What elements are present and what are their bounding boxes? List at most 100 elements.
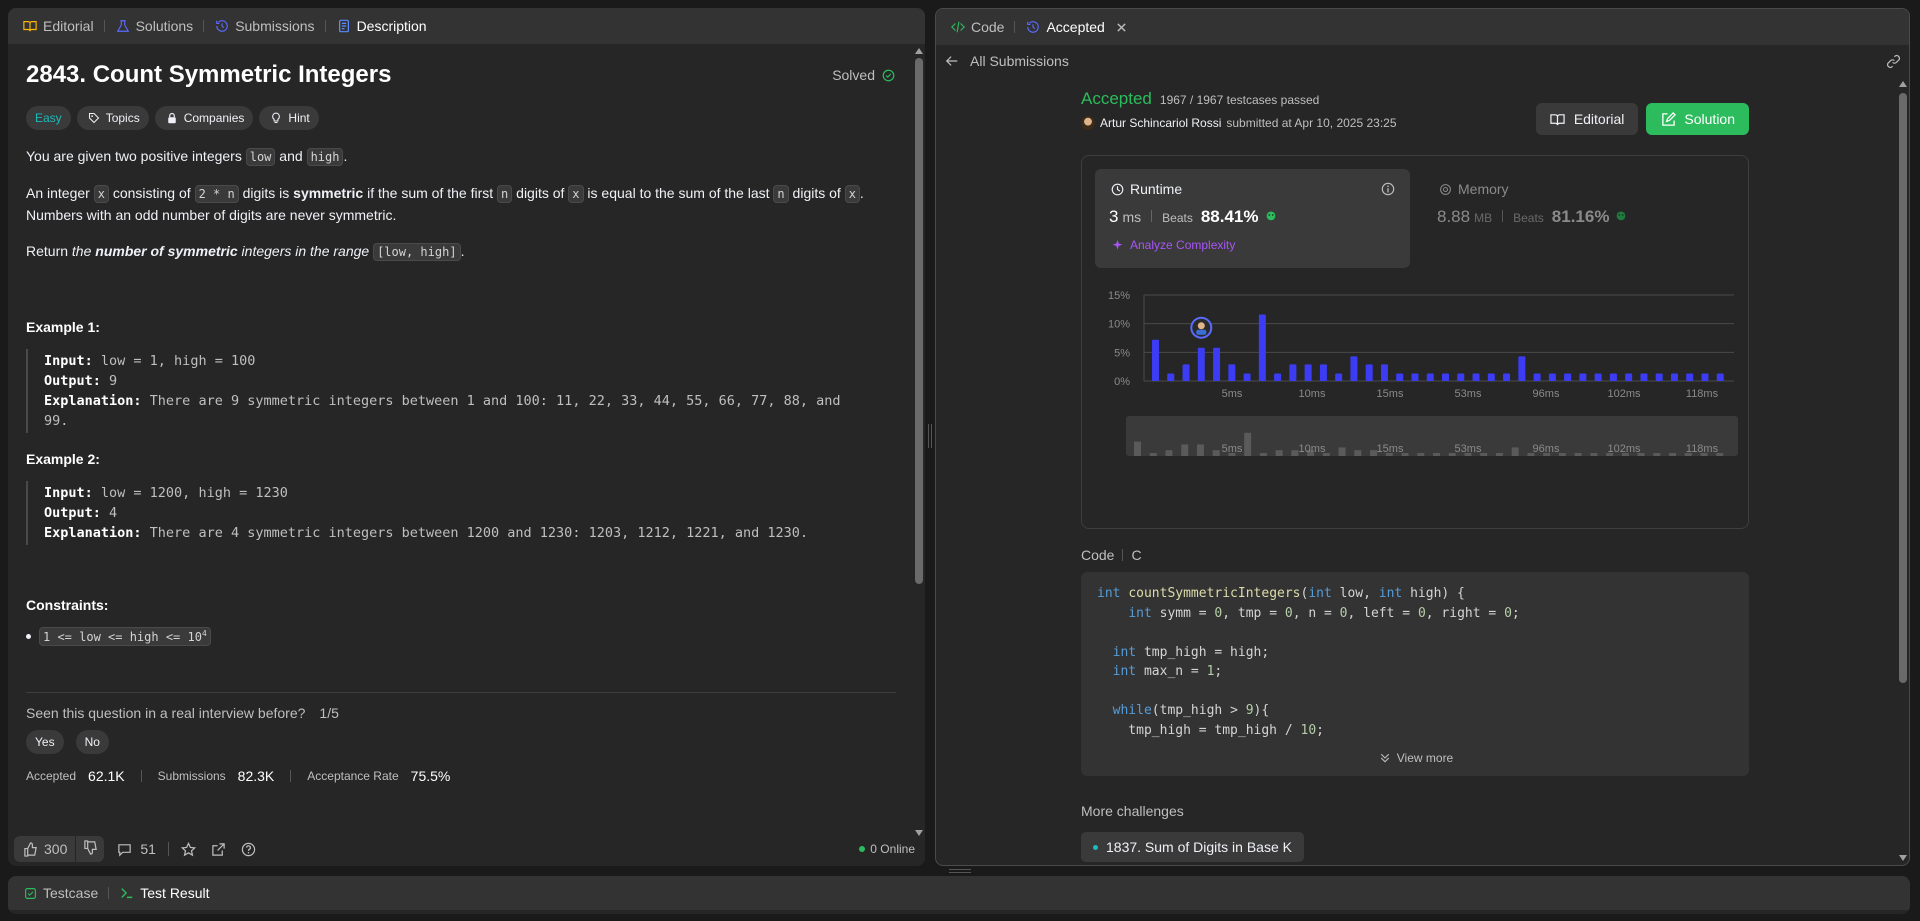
- text-bold-italic: number of symmetric: [95, 243, 238, 259]
- code-block[interactable]: int countSymmetricIntegers(int low, int …: [1081, 572, 1749, 776]
- star-icon[interactable]: [181, 841, 197, 857]
- tag-row: Easy Topics Companies Hint: [26, 106, 896, 130]
- chart-bar: [1350, 356, 1358, 381]
- range-mini-bar: [1653, 453, 1661, 456]
- range-mini-bar: [1181, 444, 1189, 456]
- topics-button[interactable]: Topics: [76, 106, 149, 130]
- chart-bar: [1533, 373, 1541, 381]
- stats-row: Accepted 62.1K Submissions 82.3K Accepta…: [26, 768, 896, 784]
- code-range: [low, high]: [373, 243, 461, 261]
- chart-bar: [1213, 347, 1221, 381]
- scrollbar[interactable]: [1899, 81, 1907, 861]
- chart-bar: [1167, 373, 1175, 381]
- help-icon[interactable]: [241, 841, 257, 857]
- tab-code[interactable]: Code: [948, 19, 1006, 35]
- info-icon[interactable]: [1380, 181, 1396, 197]
- x-tick-label: 102ms: [1607, 388, 1641, 400]
- chart-bar: [1564, 373, 1572, 381]
- chart-bar: [1503, 373, 1511, 381]
- constraint-code: 1 <= low <= high <= 104: [39, 627, 211, 646]
- scroll-down-arrow[interactable]: [1899, 855, 1907, 861]
- tab-solutions[interactable]: Solutions: [113, 18, 196, 34]
- submissions-value: 82.3K: [237, 768, 275, 784]
- tab-description[interactable]: Description: [334, 18, 429, 34]
- accepted-label: Accepted: [26, 769, 77, 783]
- range-mini-bar: [1259, 453, 1267, 456]
- solution-button-label: Solution: [1684, 111, 1735, 127]
- leetcode-mascot-icon: [1263, 207, 1279, 223]
- tab-submissions[interactable]: Submissions: [212, 18, 316, 34]
- range-mini-bar: [1433, 453, 1440, 456]
- scroll-up-arrow[interactable]: [915, 48, 923, 54]
- scroll-thumb[interactable]: [1899, 93, 1907, 683]
- no-button[interactable]: No: [75, 730, 109, 754]
- analyze-complexity-button[interactable]: Analyze Complexity: [1109, 237, 1396, 253]
- dislike-button[interactable]: [76, 840, 104, 859]
- code-line: tmp_high = tmp_high / 10;: [1097, 721, 1733, 741]
- example-2-title: Example 2:: [26, 451, 100, 467]
- example-2-block: Input: low = 1200, high = 1230 Output: 4…: [26, 481, 896, 545]
- chart-bar: [1625, 373, 1633, 381]
- tab-accepted[interactable]: Accepted: [1023, 19, 1131, 35]
- avatar-face: [1197, 322, 1205, 330]
- tab-test-result[interactable]: Test Result: [117, 885, 211, 901]
- code-x: x: [93, 185, 109, 203]
- chart-bar: [1426, 373, 1434, 381]
- tab-editorial[interactable]: Editorial: [20, 18, 96, 34]
- solution-button[interactable]: Solution: [1646, 103, 1749, 135]
- yes-button[interactable]: Yes: [26, 730, 64, 754]
- back-to-submissions[interactable]: All Submissions: [944, 53, 1069, 69]
- chart-bar: [1472, 373, 1480, 381]
- panel-resize-handle[interactable]: [928, 424, 932, 448]
- code-icon: [950, 19, 966, 35]
- username[interactable]: Artur Schincariol Rossi: [1100, 116, 1221, 130]
- share-icon[interactable]: [211, 841, 227, 857]
- code-token: int: [1097, 586, 1129, 601]
- tab-divider: [108, 887, 110, 899]
- text: Return: [26, 243, 72, 259]
- editorial-button-label: Editorial: [1573, 111, 1625, 127]
- problem-title[interactable]: 2843. Count Symmetric Integers: [26, 61, 391, 89]
- view-more-button[interactable]: View more: [1081, 750, 1749, 766]
- range-tick-label: 118ms: [1686, 443, 1719, 455]
- hint-button[interactable]: Hint: [259, 106, 319, 130]
- range-mini-bar: [1669, 453, 1677, 456]
- submission-panel: Code Accepted All Submissions Accepted 1…: [935, 8, 1910, 866]
- scrollbar[interactable]: [915, 48, 923, 836]
- close-icon[interactable]: [1114, 19, 1130, 35]
- like-button[interactable]: 300: [14, 841, 75, 857]
- scroll-up-arrow[interactable]: [1899, 81, 1907, 87]
- chart-bar: [1182, 364, 1190, 381]
- text: You are given two positive integers: [26, 148, 246, 164]
- avatar[interactable]: [1081, 116, 1095, 130]
- bottom-resize-handle[interactable]: [949, 869, 971, 873]
- companies-button[interactable]: Companies: [154, 106, 254, 130]
- divider: [1502, 210, 1504, 222]
- challenge-item[interactable]: 1837. Sum of Digits in Base K: [1081, 832, 1304, 862]
- checkbox-icon: [22, 885, 38, 901]
- code-high: high: [306, 148, 344, 166]
- divider: [290, 770, 292, 782]
- runtime-distribution-chart[interactable]: 15% 10% 5% 0% 5ms 10ms 15ms 53ms 96ms 102ms 118ms 5…: [1082, 278, 1748, 528]
- code-line: while(tmp_high > 9){: [1097, 701, 1733, 721]
- runtime-box[interactable]: Runtime 3 ms Beats 88.41% Analyze Comple…: [1095, 169, 1410, 268]
- analyze-label: Analyze Complexity: [1130, 238, 1236, 252]
- text: 1 <= low <= high <= 10: [43, 630, 202, 644]
- runtime-label: Runtime: [1130, 181, 1183, 197]
- console-tab-bar: Testcase Test Result: [8, 876, 1910, 910]
- editorial-button[interactable]: Editorial: [1535, 103, 1639, 135]
- scroll-thumb[interactable]: [915, 58, 923, 584]
- left-tab-bar: Editorial Solutions Submissions Descript…: [8, 8, 925, 44]
- link-icon[interactable]: [1885, 53, 1901, 69]
- range-mini-bar: [1511, 447, 1519, 456]
- memory-box[interactable]: Memory 8.88 MB Beats 81.16%: [1423, 169, 1738, 268]
- range-mini-bar: [1495, 453, 1503, 456]
- range-mini-bar: [1417, 453, 1425, 456]
- label: Explanation:: [44, 525, 142, 541]
- range-mini-bar: [1574, 453, 1582, 456]
- comments-button[interactable]: 51: [116, 841, 156, 857]
- companies-label: Companies: [183, 111, 245, 125]
- tab-testcase[interactable]: Testcase: [20, 885, 100, 901]
- code-token: symm =: [1159, 605, 1215, 621]
